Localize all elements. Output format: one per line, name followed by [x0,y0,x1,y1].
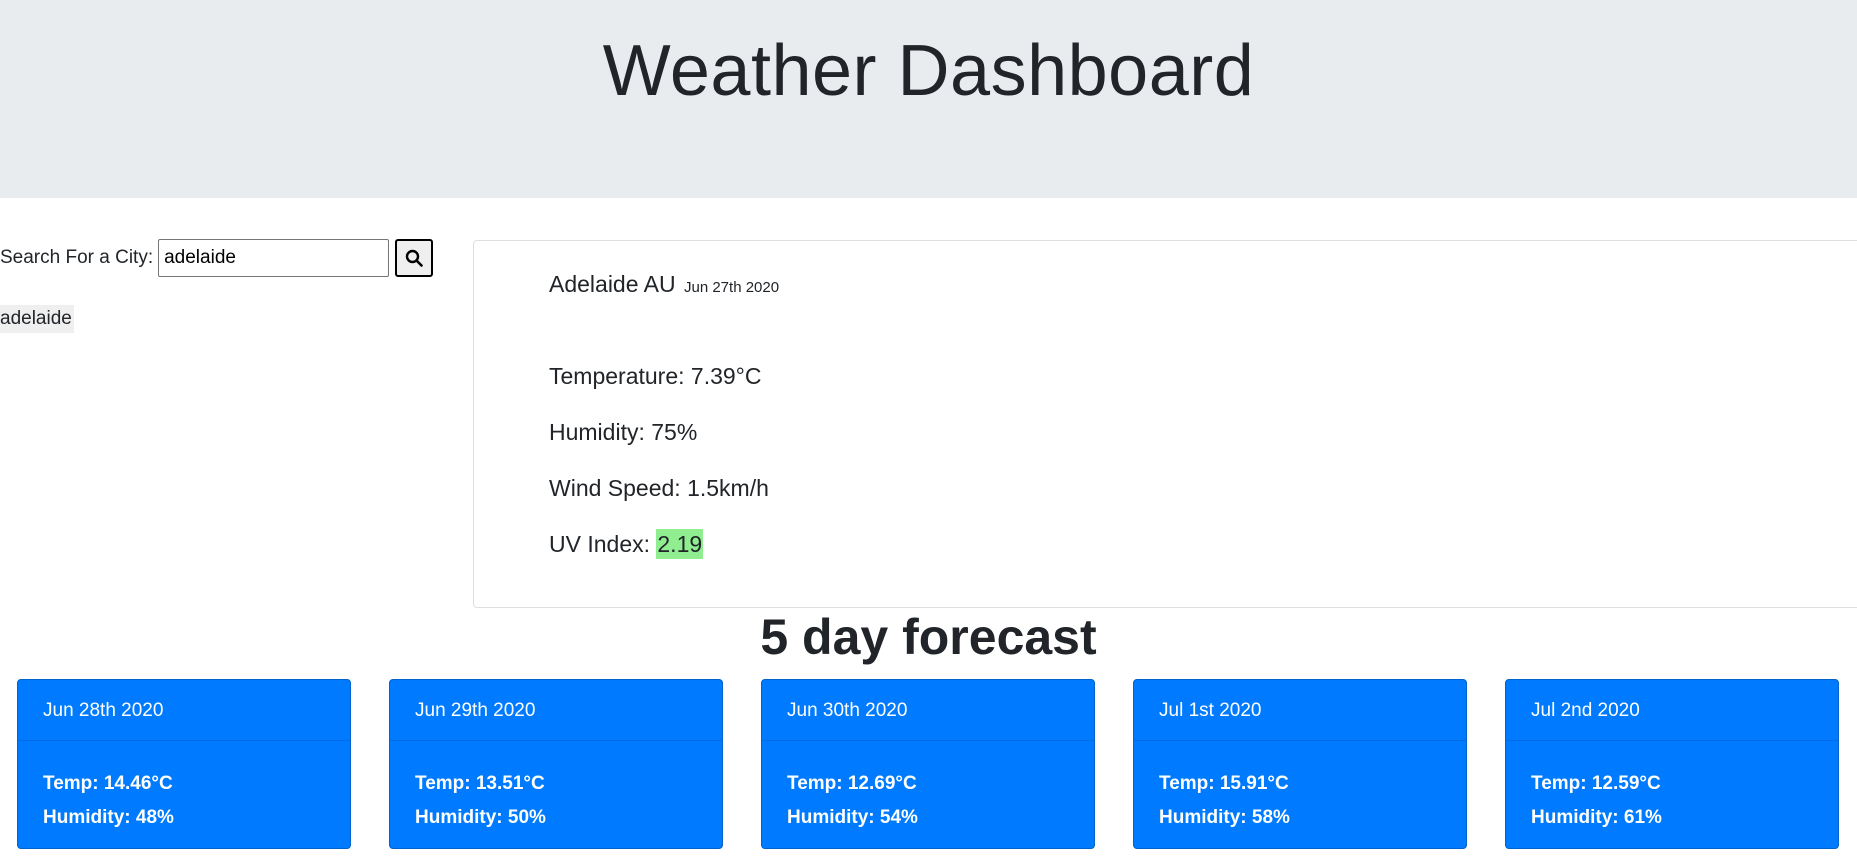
forecast-temp: Temp: 12.69°C [787,773,917,794]
forecast-card: Jul 1st 2020 Temp: 15.91°C Humidity: 58% [1133,679,1467,849]
search-form: Search For a City: [0,239,434,277]
uv-index-row: UV Index: 2.19 [549,529,704,559]
humidity-text: Humidity: 75% [549,419,698,445]
wind-speed-text: Wind Speed: 1.5km/h [549,475,769,501]
forecast-title: 5 day forecast [760,609,1097,665]
forecast-card: Jun 29th 2020 Temp: 13.51°C Humidity: 50… [389,679,723,849]
forecast-date: Jul 2nd 2020 [1506,680,1838,741]
uv-index-badge: 2.19 [656,529,704,559]
forecast-temp: Temp: 13.51°C [415,773,545,794]
search-label: Search For a City: [0,247,154,268]
current-date: Jun 27th 2020 [683,279,780,296]
forecast-humidity: Humidity: 48% [43,807,174,828]
city-heading: Adelaide AU Jun 27th 2020 [549,271,779,298]
forecast-temp: Temp: 15.91°C [1159,773,1289,794]
city-name: Adelaide AU [549,271,676,297]
search-input[interactable] [158,239,390,277]
forecast-card: Jul 2nd 2020 Temp: 12.59°C Humidity: 61% [1505,679,1839,849]
search-button[interactable] [395,239,434,277]
search-icon [405,249,423,267]
forecast-temp: Temp: 12.59°C [1531,773,1661,794]
forecast-humidity: Humidity: 50% [415,807,546,828]
forecast-humidity: Humidity: 61% [1531,807,1662,828]
forecast-card: Jun 28th 2020 Temp: 14.46°C Humidity: 48… [17,679,351,849]
header-banner: Weather Dashboard [0,0,1857,198]
uv-index-label: UV Index: [549,531,650,557]
forecast-date: Jun 29th 2020 [390,680,722,741]
forecast-date: Jul 1st 2020 [1134,680,1466,741]
forecast-humidity: Humidity: 58% [1159,807,1290,828]
history-item[interactable]: adelaide [0,305,74,333]
forecast-date: Jun 28th 2020 [18,680,350,741]
forecast-card: Jun 30th 2020 Temp: 12.69°C Humidity: 54… [761,679,1095,849]
forecast-temp: Temp: 14.46°C [43,773,173,794]
forecast-date: Jun 30th 2020 [762,680,1094,741]
temperature-text: Temperature: 7.39°C [549,363,762,389]
forecast-humidity: Humidity: 54% [787,807,918,828]
current-weather-card: Adelaide AU Jun 27th 2020 Temperature: 7… [473,240,1857,608]
page-title: Weather Dashboard [602,31,1255,111]
